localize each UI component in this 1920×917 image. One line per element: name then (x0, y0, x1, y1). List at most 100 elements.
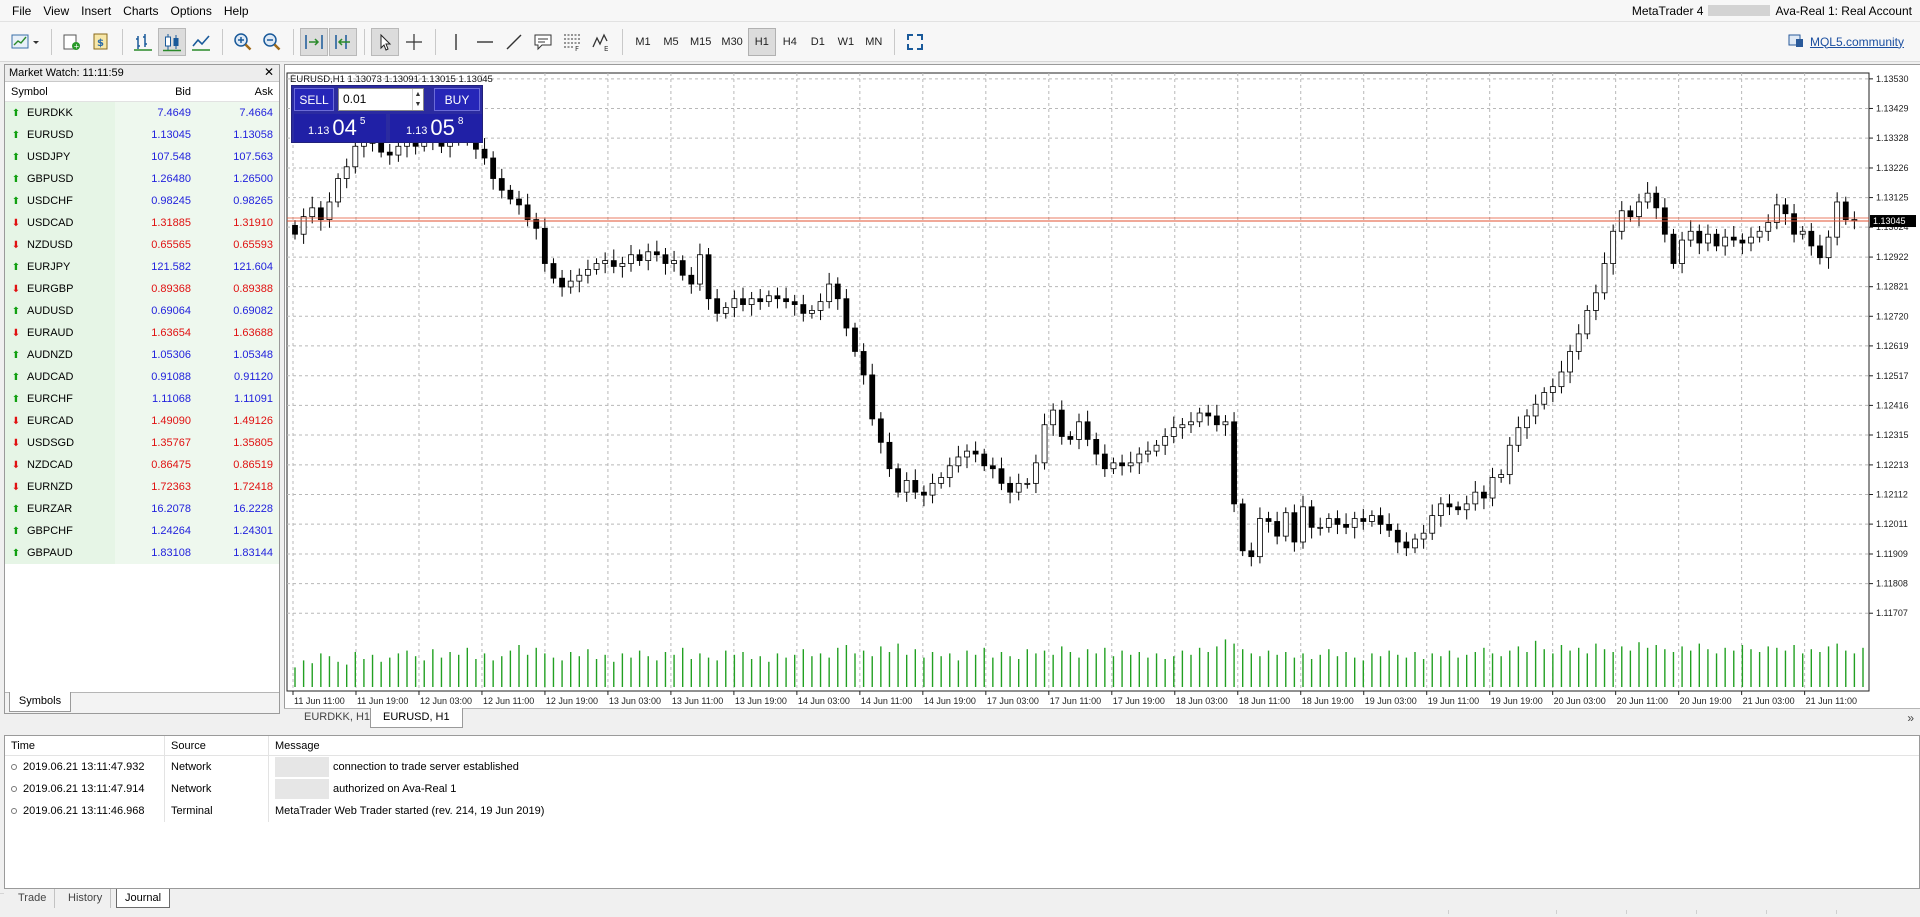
symbol-cell[interactable]: ⬆ AUDCAD (5, 366, 115, 388)
symbol-cell[interactable]: ⬆ GBPAUD (5, 542, 115, 564)
fibonacci-button[interactable]: F (558, 28, 586, 56)
zoom-in-button[interactable] (229, 28, 257, 56)
bar-chart-button[interactable] (129, 28, 157, 56)
market-watch-row[interactable]: ⬇ NZDUSD 0.65565 0.65593 (5, 234, 279, 256)
market-watch-row[interactable]: ⬆ EURCHF 1.11068 1.11091 (5, 388, 279, 410)
lot-stepper[interactable]: ▲ ▼ (412, 89, 423, 110)
market-watch-row[interactable]: ⬇ EURGBP 0.89368 0.89388 (5, 278, 279, 300)
tab-eurusd-h1[interactable]: EURUSD, H1 (370, 708, 463, 728)
column-time[interactable]: Time (5, 735, 165, 756)
chevron-up-icon[interactable]: ▲ (415, 91, 422, 98)
chart-window[interactable]: 1.13530 1.13429 1.13328 1.13226 1.13125 1.130… (284, 64, 1920, 714)
fullscreen-button[interactable] (901, 28, 929, 56)
price-chart[interactable]: 1.135301.134291.133281.132261.131251.130… (285, 65, 1920, 709)
tab-symbols[interactable]: Symbols (9, 692, 71, 712)
symbol-cell[interactable]: ⬆ EURJPY (5, 256, 115, 278)
timeframe-h1[interactable]: H1 (747, 27, 776, 56)
market-watch-row[interactable]: ⬆ EURUSD 1.13045 1.13058 (5, 124, 279, 146)
symbol-cell[interactable]: ⬆ AUDUSD (5, 300, 115, 322)
menu-help[interactable]: Help (218, 0, 255, 22)
symbol-cell[interactable]: ⬇ EURAUD (5, 322, 115, 344)
symbol-cell[interactable]: ⬆ GBPCHF (5, 520, 115, 542)
symbol-cell[interactable]: ⬆ USDCHF (5, 190, 115, 212)
market-watch-row[interactable]: ⬆ USDJPY 107.548 107.563 (5, 146, 279, 168)
market-watch-row[interactable]: ⬇ EURAUD 1.63654 1.63688 (5, 322, 279, 344)
market-watch-row[interactable]: ⬆ USDCHF 0.98245 0.98265 (5, 190, 279, 212)
tab-trade[interactable]: Trade (10, 889, 56, 908)
symbol-cell[interactable]: ⬆ EURZAR (5, 498, 115, 520)
symbol-cell[interactable]: ⬇ NZDCAD (5, 454, 115, 476)
horizontal-line-button[interactable] (471, 28, 499, 56)
new-chart-button[interactable] (8, 28, 44, 56)
timeframe-mn[interactable]: MN (860, 28, 888, 56)
symbol-cell[interactable]: ⬇ USDCAD (5, 212, 115, 234)
line-chart-button[interactable] (187, 28, 215, 56)
column-symbol[interactable]: Symbol (5, 86, 115, 98)
market-watch-row[interactable]: ⬆ AUDNZD 1.05306 1.05348 (5, 344, 279, 366)
symbol-cell[interactable]: ⬆ AUDNZD (5, 344, 115, 366)
market-watch-row[interactable]: ⬇ EURNZD 1.72363 1.72418 (5, 476, 279, 498)
market-watch-row[interactable]: ⬆ GBPCHF 1.24264 1.24301 (5, 520, 279, 542)
symbol-cell[interactable]: ⬆ GBPUSD (5, 168, 115, 190)
vertical-line-button[interactable] (442, 28, 470, 56)
timeframe-m5[interactable]: M5 (657, 28, 685, 56)
symbol-cell[interactable]: ⬆ USDJPY (5, 146, 115, 168)
symbol-cell[interactable]: ⬆ EURDKK (5, 102, 115, 124)
market-watch-row[interactable]: ⬇ EURCAD 1.49090 1.49126 (5, 410, 279, 432)
menu-file[interactable]: File (0, 0, 37, 22)
market-watch-row[interactable]: ⬇ NZDCAD 0.86475 0.86519 (5, 454, 279, 476)
market-watch-row[interactable]: ⬇ USDSGD 1.35767 1.35805 (5, 432, 279, 454)
market-watch-row[interactable]: ⬇ USDCAD 1.31885 1.31910 (5, 212, 279, 234)
chevron-down-icon[interactable]: ▼ (415, 101, 422, 108)
market-watch-row[interactable]: ⬆ GBPAUD 1.83108 1.83144 (5, 542, 279, 564)
tab-history[interactable]: History (60, 889, 112, 908)
menu-charts[interactable]: Charts (117, 0, 164, 22)
zoom-out-button[interactable] (258, 28, 286, 56)
timeframe-d1[interactable]: D1 (804, 28, 832, 56)
buy-price[interactable]: 1.13 05 8 (390, 114, 482, 142)
timeframe-m30[interactable]: M30 (716, 28, 747, 56)
market-watch-row[interactable]: ⬆ GBPUSD 1.26480 1.26500 (5, 168, 279, 190)
menu-insert[interactable]: Insert (75, 0, 117, 22)
sell-button[interactable]: SELL (294, 88, 334, 111)
market-watch-row[interactable]: ⬆ EURDKK 7.4649 7.4664 (5, 102, 279, 124)
crosshair-button[interactable] (400, 28, 428, 56)
timeframe-h4[interactable]: H4 (776, 28, 804, 56)
journal-row[interactable]: 2019.06.21 13:11:47.914 Network authorized… (5, 778, 1919, 800)
sell-price[interactable]: 1.13 04 5 (294, 114, 386, 142)
journal-row[interactable]: 2019.06.21 13:11:46.968 Terminal MetaTrade… (5, 800, 1919, 822)
column-ask[interactable]: Ask (197, 86, 279, 98)
elliott-wave-button[interactable]: E (587, 28, 615, 56)
market-watch-row[interactable]: ⬆ AUDCAD 0.91088 0.91120 (5, 366, 279, 388)
market-watch-row[interactable]: ⬆ AUDUSD 0.69064 0.69082 (5, 300, 279, 322)
market-watch-row[interactable]: ⬆ EURJPY 121.582 121.604 (5, 256, 279, 278)
journal-row[interactable]: 2019.06.21 13:11:47.932 Network connection… (5, 756, 1919, 778)
market-watch-button[interactable]: $ (87, 28, 115, 56)
auto-scroll-button[interactable] (300, 27, 328, 56)
scroll-right-icon[interactable]: » (1907, 711, 1914, 725)
symbol-cell[interactable]: ⬇ EURCAD (5, 410, 115, 432)
symbol-cell[interactable]: ⬆ EURCHF (5, 388, 115, 410)
market-watch-row[interactable]: ⬆ EURZAR 16.2078 16.2228 (5, 498, 279, 520)
symbol-cell[interactable]: ⬇ EURNZD (5, 476, 115, 498)
column-source[interactable]: Source (165, 735, 269, 756)
mql5-community-link[interactable]: MQL5.community (1788, 32, 1920, 51)
menu-options[interactable]: Options (165, 0, 218, 22)
timeframe-m15[interactable]: M15 (685, 28, 716, 56)
candlestick-chart-button[interactable] (158, 27, 186, 56)
symbol-cell[interactable]: ⬇ USDSGD (5, 432, 115, 454)
symbol-cell[interactable]: ⬇ NZDUSD (5, 234, 115, 256)
trendline-button[interactable] (500, 28, 528, 56)
timeframe-m1[interactable]: M1 (629, 28, 657, 56)
column-bid[interactable]: Bid (115, 86, 197, 98)
cursor-button[interactable] (371, 27, 399, 56)
tab-eurdkk-h1[interactable]: EURDKK, H1 (292, 708, 382, 728)
text-label-button[interactable] (529, 28, 557, 56)
menu-view[interactable]: View (37, 0, 75, 22)
profiles-button[interactable]: + (58, 28, 86, 56)
buy-button[interactable]: BUY (434, 88, 480, 111)
timeframe-w1[interactable]: W1 (832, 28, 860, 56)
column-message[interactable]: Message (269, 736, 1919, 756)
tab-journal[interactable]: Journal (116, 889, 171, 908)
chart-shift-button[interactable] (329, 27, 357, 56)
